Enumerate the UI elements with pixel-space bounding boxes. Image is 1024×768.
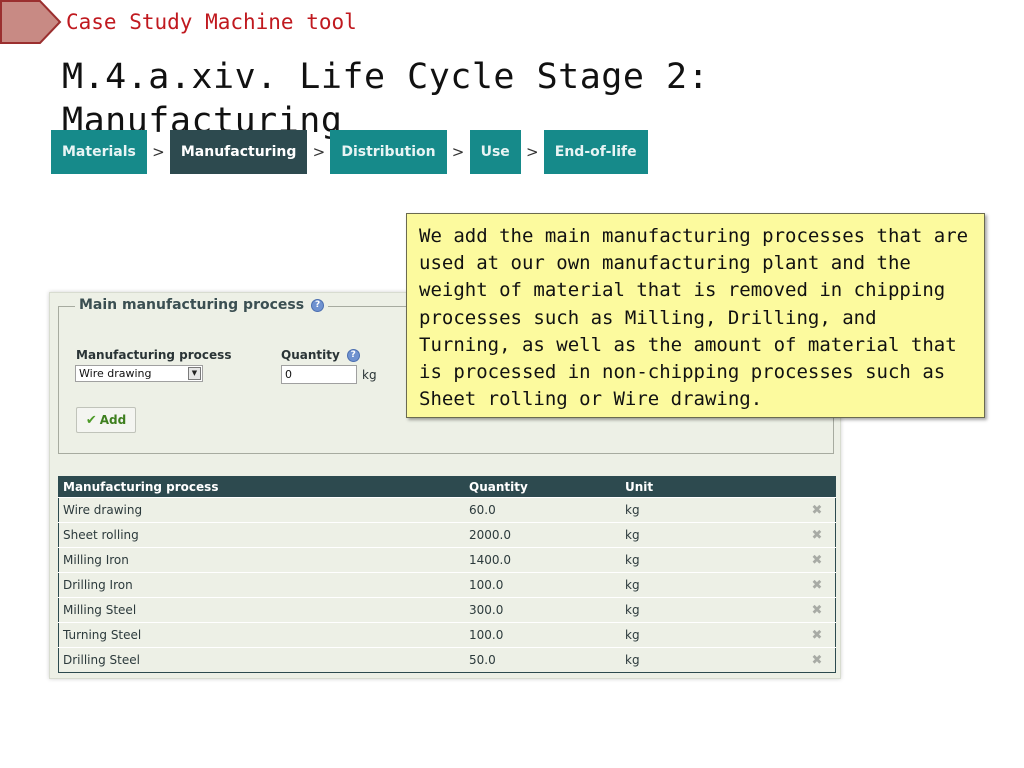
process-select[interactable]: Wire drawing ▼ (75, 365, 203, 382)
slide-arrow-tab (0, 0, 62, 44)
cell-unit: kg (621, 522, 795, 548)
table-row: Milling Iron 1400.0 kg ✖ (58, 547, 836, 573)
stage-tab-materials[interactable]: Materials (51, 130, 147, 174)
stage-tab-distribution[interactable]: Distribution (330, 130, 447, 174)
stage-tab-end-of-life[interactable]: End-of-life (543, 130, 648, 174)
cell-unit: kg (621, 647, 795, 673)
table-header-row: Manufacturing process Quantity Unit (58, 476, 836, 498)
header-process: Manufacturing process (58, 476, 465, 498)
cell-quantity: 100.0 (465, 572, 621, 598)
table-row: Drilling Iron 100.0 kg ✖ (58, 572, 836, 598)
stage-separator: > (152, 143, 165, 161)
cell-process: Drilling Iron (58, 572, 465, 598)
checkmark-icon: ✔ (85, 412, 97, 428)
table-row: Turning Steel 100.0 kg ✖ (58, 622, 836, 648)
add-button-label: Add (99, 413, 127, 427)
delete-icon[interactable]: ✖ (795, 647, 836, 673)
cell-unit: kg (621, 597, 795, 623)
table-row: Sheet rolling 2000.0 kg ✖ (58, 522, 836, 548)
quantity-input[interactable]: 0 (281, 365, 357, 384)
stage-navigation: Materials > Manufacturing > Distribution… (51, 130, 648, 174)
table-row: Drilling Steel 50.0 kg ✖ (58, 647, 836, 673)
cell-unit: kg (621, 497, 795, 523)
delete-icon[interactable]: ✖ (795, 522, 836, 548)
cell-process: Sheet rolling (58, 522, 465, 548)
stage-separator: > (525, 143, 539, 161)
cell-process: Wire drawing (58, 497, 465, 523)
add-button[interactable]: ✔ Add (76, 407, 136, 433)
header-unit: Unit (621, 476, 795, 498)
delete-icon[interactable]: ✖ (795, 547, 836, 573)
cell-quantity: 2000.0 (465, 522, 621, 548)
chevron-down-icon[interactable]: ▼ (188, 367, 201, 380)
cell-process: Drilling Steel (58, 647, 465, 673)
quantity-unit: kg (362, 368, 377, 382)
cell-process: Turning Steel (58, 622, 465, 648)
table-row: Milling Steel 300.0 kg ✖ (58, 597, 836, 623)
delete-icon[interactable]: ✖ (795, 572, 836, 598)
slide-subtitle: Case Study Machine tool (66, 10, 357, 34)
cell-quantity: 100.0 (465, 622, 621, 648)
delete-icon[interactable]: ✖ (795, 622, 836, 648)
delete-icon[interactable]: ✖ (795, 497, 836, 523)
quantity-label: Quantity (281, 348, 340, 362)
cell-quantity: 50.0 (465, 647, 621, 673)
legend-text: Main manufacturing process (79, 297, 305, 313)
stage-separator: > (451, 143, 465, 161)
cell-unit: kg (621, 572, 795, 598)
help-icon[interactable]: ? (311, 298, 325, 312)
stage-tab-use[interactable]: Use (469, 130, 521, 174)
header-quantity: Quantity (465, 476, 621, 498)
cell-unit: kg (621, 547, 795, 573)
quantity-label-group: Quantity ? (281, 348, 360, 362)
cell-quantity: 300.0 (465, 597, 621, 623)
process-table: Manufacturing process Quantity Unit Wire… (58, 476, 836, 673)
cell-quantity: 60.0 (465, 497, 621, 523)
stage-tab-manufacturing[interactable]: Manufacturing (169, 130, 308, 174)
help-icon[interactable]: ? (346, 348, 360, 362)
fieldset-legend: Main manufacturing process ? (75, 297, 329, 313)
cell-process: Milling Steel (58, 597, 465, 623)
cell-quantity: 1400.0 (465, 547, 621, 573)
cell-unit: kg (621, 622, 795, 648)
callout-note: We add the main manufacturing processes … (406, 213, 985, 418)
callout-text: We add the main manufacturing processes … (419, 225, 969, 411)
header-actions (795, 476, 836, 498)
stage-separator: > (312, 143, 326, 161)
cell-process: Milling Iron (58, 547, 465, 573)
table-row: Wire drawing 60.0 kg ✖ (58, 497, 836, 523)
process-select-value: Wire drawing (79, 367, 152, 380)
delete-icon[interactable]: ✖ (795, 597, 836, 623)
process-label: Manufacturing process (76, 348, 232, 362)
